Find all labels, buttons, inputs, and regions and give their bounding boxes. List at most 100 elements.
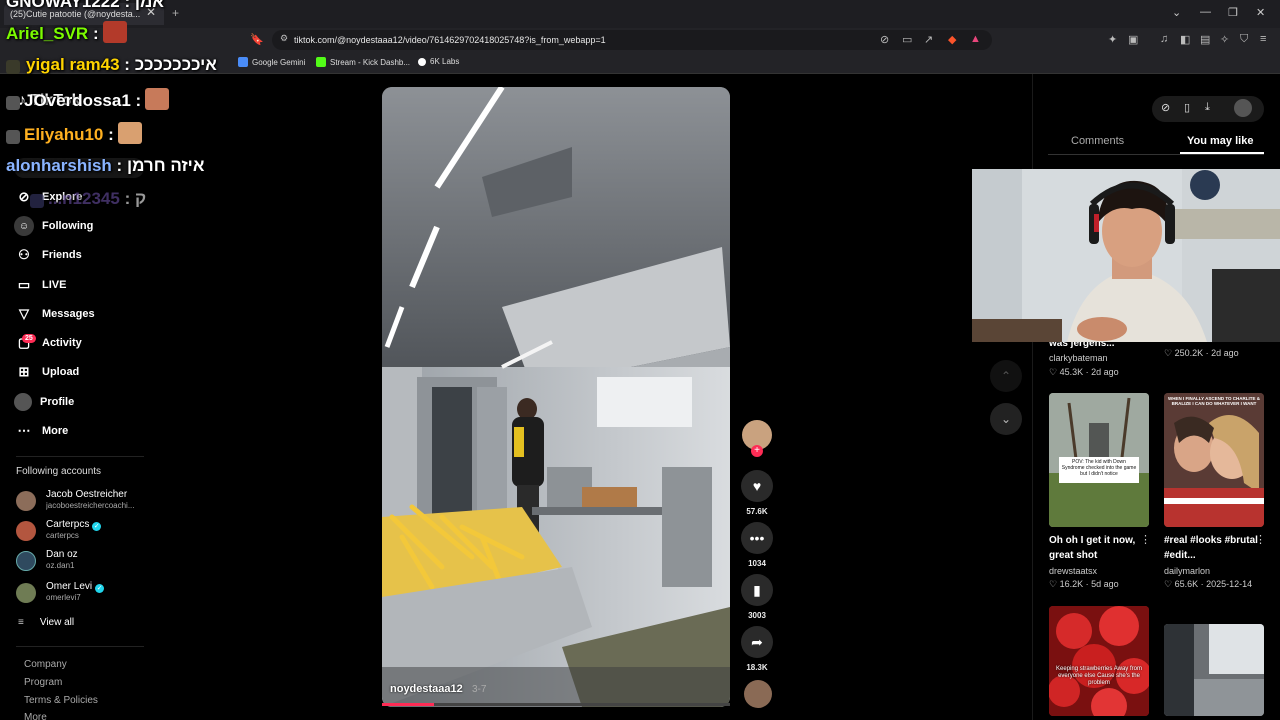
comment-button[interactable]: ••• [741, 522, 773, 554]
previous-video-button[interactable]: ⌃ [990, 360, 1022, 392]
badge-icon [6, 96, 20, 110]
vpn-icon[interactable]: ⛉ [1240, 33, 1248, 46]
tab-list-chevron-icon[interactable]: ⌄ [1172, 6, 1181, 19]
card-user[interactable]: drewstaatsx [1049, 566, 1097, 576]
sidebar-icon[interactable]: ◧ [1180, 33, 1190, 46]
chat-message: Ariel_SVR : [6, 21, 127, 44]
card-thumbnail[interactable]: WHEN I FINALLY ASCEND TO CHARLITE & BRAL… [1164, 393, 1264, 527]
user-avatar[interactable] [1234, 99, 1252, 117]
save-count: 3003 [748, 611, 766, 620]
divider [16, 646, 144, 647]
chat-text: : [108, 125, 114, 144]
chat-message: GNOWAY1222 : אמן [6, 0, 164, 12]
activity-badge: 25 [22, 334, 36, 343]
nav-following[interactable]: ☺ Following [14, 215, 93, 237]
next-video-button[interactable]: ⌄ [990, 403, 1022, 435]
footer-more-link[interactable]: More [24, 712, 47, 720]
list-icon: ≡ [18, 617, 24, 628]
music-icon[interactable]: ♫ [1160, 33, 1168, 45]
card-age: 2025-12-14 [1206, 579, 1253, 589]
nav-upload[interactable]: ⊞ Upload [14, 361, 80, 383]
chat-text: : איכככככככ [124, 55, 217, 74]
video-author[interactable]: noydestaaa12 [390, 683, 463, 695]
compass-small-icon[interactable]: ⊘ [1161, 101, 1170, 114]
close-window-icon[interactable]: ✕ [1256, 6, 1265, 19]
bookmark-6klabs[interactable]: 6K Labs [418, 57, 459, 66]
brave-shield-icon[interactable]: ◆ [948, 33, 956, 46]
new-tab-button[interactable]: + [172, 6, 179, 20]
nav-label: Activity [42, 337, 82, 349]
bookmark-gemini[interactable]: Google Gemini [238, 57, 305, 67]
video-player[interactable] [382, 87, 730, 707]
wallet-icon[interactable]: ▤ [1200, 33, 1210, 46]
card-title[interactable]: #real #looks #brutal #edit... [1164, 533, 1264, 563]
like-button[interactable]: ♥ [741, 470, 773, 502]
footer-program-link[interactable]: Program [24, 677, 62, 688]
footer-company-link[interactable]: Company [24, 659, 67, 670]
card-age: 2d ago [1091, 367, 1119, 377]
tab-you-may-like[interactable]: You may like [1187, 135, 1253, 147]
card-thumbnail[interactable]: POV: The kid with Down Syndrome checked … [1049, 393, 1149, 527]
bookmark-label: Stream - Kick Dashb... [330, 58, 411, 67]
nav-more[interactable]: ⋯ More [14, 420, 69, 442]
share-button[interactable]: ➦ [741, 626, 773, 658]
chat-text: : אמן [124, 0, 164, 11]
bookmark-icon[interactable]: 🔖 [250, 33, 264, 46]
card-title[interactable]: Oh oh I get it now, great shot [1049, 533, 1149, 563]
menu-icon[interactable]: ≡ [1260, 33, 1266, 45]
card-thumbnail[interactable] [1164, 624, 1264, 716]
nav-messages[interactable]: ▽ Messages [14, 303, 95, 325]
verified-icon: ✓ [95, 584, 105, 593]
account-name: Dan oz [46, 549, 78, 560]
kick-icon [316, 57, 326, 67]
music-disc-icon[interactable] [744, 680, 772, 708]
site-settings-icon[interactable]: ⚙ [280, 33, 288, 44]
view-all-button[interactable]: ≡ View all [18, 617, 74, 628]
footer-terms-link[interactable]: Terms & Policies [24, 695, 98, 706]
chat-text: : [92, 24, 99, 43]
account-handle: jacoboestreichercoachi... [46, 501, 135, 510]
download-icon[interactable]: ⤓ [1205, 101, 1210, 114]
cast-icon[interactable]: ▭ [902, 33, 912, 46]
save-button[interactable]: ▮ [741, 574, 773, 606]
comment-icon: ••• [749, 530, 765, 546]
chat-user: ...n12345 [48, 189, 120, 208]
follow-plus-icon[interactable]: + [751, 445, 763, 457]
account-name: Jacob Oestreicher [46, 489, 128, 500]
card-thumbnail[interactable]: Keeping strawberries Away from everyone … [1049, 606, 1149, 716]
nav-profile[interactable]: Profile [14, 391, 74, 413]
tracking-off-icon[interactable]: ⊘ [880, 33, 889, 46]
nav-friends[interactable]: ⚇ Friends [14, 244, 82, 266]
active-tab-indicator [1180, 152, 1264, 154]
card-user[interactable]: dailymarlon [1164, 566, 1210, 576]
emote-icon [102, 21, 127, 43]
card-meta: ♡ 16.2K · 5d ago [1049, 579, 1119, 589]
extensions-icon[interactable]: ✦ [1108, 33, 1117, 46]
bookmark-kick[interactable]: Stream - Kick Dashb... [316, 57, 410, 67]
nav-label: Profile [40, 396, 75, 408]
share-icon[interactable]: ↗ [924, 33, 933, 46]
card-user[interactable]: clarkybateman [1049, 353, 1108, 363]
tab-comments[interactable]: Comments [1071, 135, 1124, 147]
nav-live[interactable]: ▭ LIVE [14, 274, 67, 296]
minimize-icon[interactable]: — [1200, 6, 1211, 18]
url-text: tiktok.com/@noydestaaa12/video/761462970… [294, 35, 606, 45]
brave-rewards-icon[interactable]: ▲ [970, 33, 981, 45]
card-likes: 250.2K [1174, 348, 1204, 358]
thumbnail-caption: POV: The kid with Down Syndrome checked … [1061, 459, 1137, 477]
following-icon: ☺ [14, 216, 34, 236]
chat-text: : [135, 91, 142, 110]
screenshot-icon[interactable]: ▣ [1128, 33, 1138, 46]
more-options-icon[interactable]: ⋮ [1255, 533, 1266, 546]
emote-icon [145, 88, 170, 110]
heart-small-icon: ♡ [1049, 367, 1058, 377]
video-progress-fill [382, 703, 435, 706]
video-progress-track[interactable] [382, 703, 730, 706]
restore-icon[interactable]: ❐ [1228, 6, 1238, 19]
ai-icon[interactable]: ✧ [1220, 33, 1229, 46]
chat-user: Eliyahu10 [24, 125, 104, 144]
account-handle: oz.dan1 [46, 561, 75, 570]
more-options-icon[interactable]: ⋮ [1140, 533, 1151, 546]
phone-icon[interactable]: ▯ [1184, 101, 1190, 114]
nav-label: LIVE [42, 279, 67, 291]
